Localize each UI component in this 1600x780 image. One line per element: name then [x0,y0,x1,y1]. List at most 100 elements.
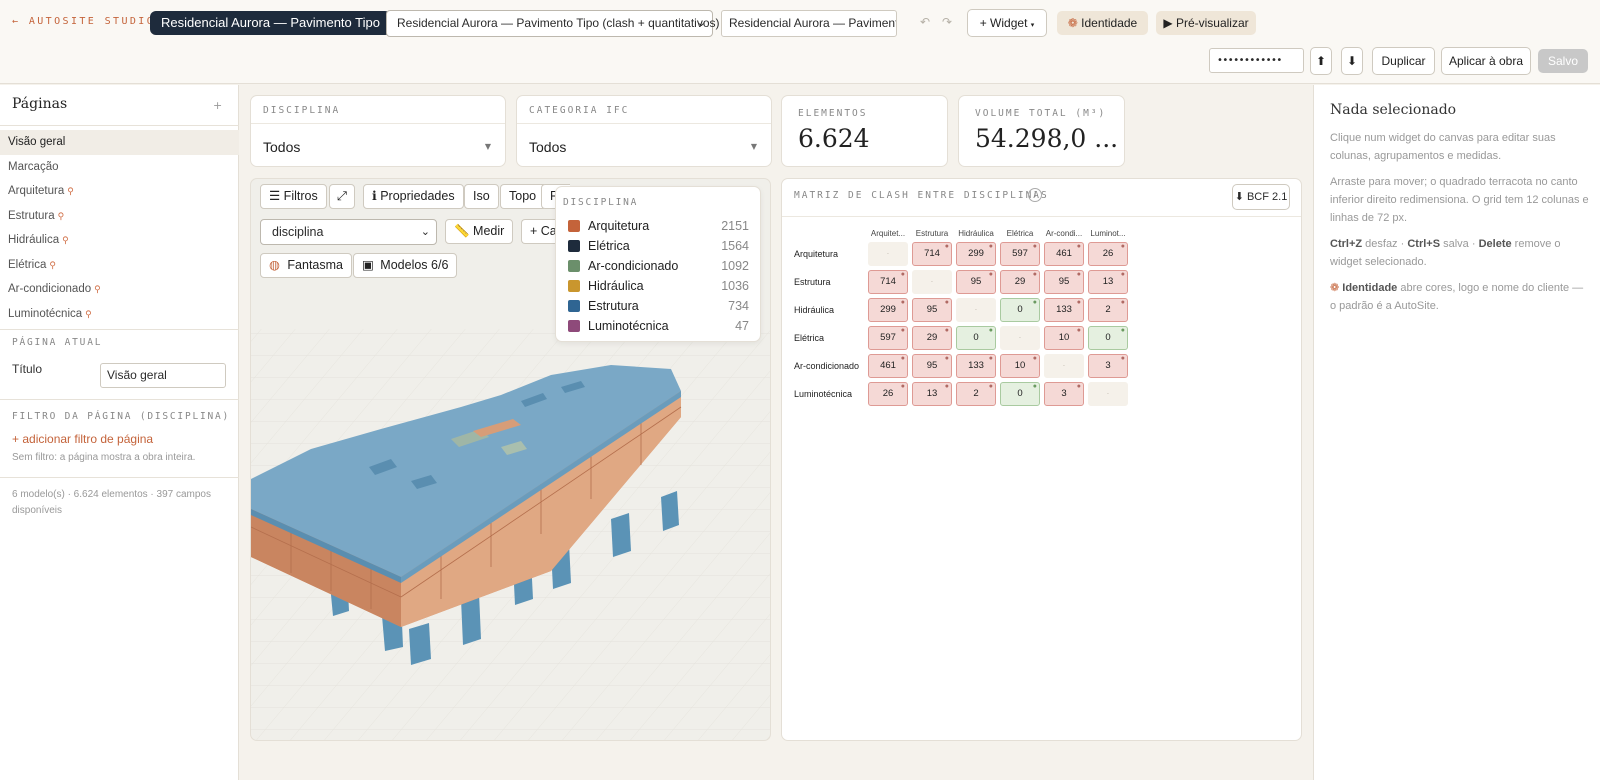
matrix-cell[interactable]: 0 ● [1088,326,1128,350]
discipline-filter[interactable]: DISCIPLINA Todos ▼ [250,95,506,167]
saved-button[interactable]: Salvo [1538,49,1588,73]
matrix-cell[interactable]: 2 ● [1088,298,1128,322]
page-item-label: Hidráulica [8,234,60,246]
page-item-label: Visão geral [8,136,66,148]
matrix-cell[interactable]: 133 ● [1044,298,1084,322]
dashboard-name-input[interactable]: Residencial Aurora — Pavimento [721,10,897,37]
page-item-label: Marcação [8,160,59,173]
corner-marker-icon: ● [1120,271,1125,278]
matrix-cell[interactable]: 95 ● [912,298,952,322]
matrix-cell[interactable]: 26 ● [1088,242,1128,266]
caret-down-icon: ▼ [484,142,491,151]
matrix-cell[interactable]: 95 ● [1044,270,1084,294]
matrix-cell[interactable]: 3 ● [1088,354,1128,378]
pages-list: Visão geral Marcação Arquitetura ⚲ Estrut… [0,130,239,326]
matrix-cell[interactable]: 29 ● [1000,270,1040,294]
legend-item[interactable]: Elétrica 1564 [568,237,749,255]
matrix-cell[interactable]: 13 ● [912,382,952,406]
elements-kpi-card[interactable]: ELEMENTOS 6.624 [781,95,948,167]
legend-item[interactable]: Arquitetura 2151 [568,217,749,235]
matrix-cell[interactable]: 133 ● [956,354,996,378]
corner-marker-icon: ● [988,271,993,278]
matrix-cell-value: 0 [1017,388,1023,399]
redo-icon[interactable]: ↷ [942,15,952,29]
expand-icon[interactable]: ⤢ [329,184,355,209]
matrix-cell[interactable]: 0 ● [1000,382,1040,406]
inspector-hint-shortcuts: Ctrl+Z desfaz · Ctrl+S salva · Delete re… [1330,235,1592,271]
matrix-cell[interactable]: 461 ● [1044,242,1084,266]
preview-button[interactable]: ▶ Pré-visualizar [1156,11,1256,35]
password-field[interactable]: •••••••••••• [1209,48,1304,73]
volume-kpi-card[interactable]: VOLUME TOTAL (M³) 54.298,0 ... [958,95,1125,167]
identity-button[interactable]: ❁ Identidade [1057,11,1148,35]
matrix-cell[interactable]: 597 ● [868,326,908,350]
page-item-luminotecnica[interactable]: Luminotécnica ⚲ [0,302,239,327]
matrix-cell[interactable]: 714 ● [868,270,908,294]
clash-matrix-widget[interactable]: MATRIZ DE CLASH ENTRE DISCIPLINAS i ⬇ BC… [781,178,1302,741]
duplicate-button[interactable]: Duplicar [1372,47,1435,75]
page-title-input[interactable]: Visão geral [100,363,226,388]
page-item-marcacao[interactable]: Marcação [0,155,239,180]
legend-item[interactable]: Ar-condicionado 1092 [568,257,749,275]
upload-icon[interactable]: ⬆ [1310,47,1332,75]
models-button[interactable]: ▣ Modelos 6/6 [353,253,458,278]
legend-item[interactable]: Luminotécnica 47 [568,317,749,335]
bcf-export-button[interactable]: ⬇ BCF 2.1 [1232,184,1290,210]
legend-name: Arquitetura [588,219,650,233]
add-page-filter-link[interactable]: + adicionar filtro de página [12,432,153,446]
matrix-cell[interactable]: 10 ● [1000,354,1040,378]
add-widget-button[interactable]: + Widget ▾ [967,9,1047,37]
color-by-select[interactable]: disciplina ⌄ [260,219,437,245]
legend-item[interactable]: Hidráulica 1036 [568,277,749,295]
measure-button[interactable]: 📏 Medir [445,219,514,244]
matrix-cell[interactable]: 29 ● [912,326,952,350]
apply-to-project-button[interactable]: Aplicar à obra [1441,47,1531,75]
page-item-ar-condicionado[interactable]: Ar-condicionado ⚲ [0,277,239,302]
matrix-cell[interactable]: 299 ● [868,298,908,322]
discipline-legend: DISCIPLINA Arquitetura 2151 Elétrica 156… [555,186,761,342]
page-item-hidraulica[interactable]: Hidráulica ⚲ [0,228,239,253]
divider [517,123,771,124]
properties-button[interactable]: ℹ Propriedades [363,184,464,209]
matrix-cell[interactable]: 597 ● [1000,242,1040,266]
matrix-cell[interactable]: 3 ● [1044,382,1084,406]
dashboard-select[interactable]: Residencial Aurora — Pavimento Tipo (cla… [386,10,720,37]
shortcut-save-text: salva · [1440,238,1479,250]
matrix-cell[interactable]: 2 ● [956,382,996,406]
download-icon[interactable]: ⬇ [1341,47,1363,75]
legend-item[interactable]: Estrutura 734 [568,297,749,315]
ghost-button[interactable]: ◍ Fantasma [260,253,352,278]
matrix-cell[interactable]: 26 ● [868,382,908,406]
title-label: Título [12,362,43,376]
back-to-studio-link[interactable]: ← AUTOSITE STUDIO [12,16,155,27]
corner-marker-icon: ● [944,299,949,306]
matrix-cell[interactable]: 95 ● [956,270,996,294]
volume-kpi-label: VOLUME TOTAL (M³) [975,108,1107,119]
top-view-button[interactable]: Topo [500,184,545,209]
matrix-cell[interactable]: 461 ● [868,354,908,378]
ghost-label: Fantasma [287,258,343,272]
matrix-cell[interactable]: 299 ● [956,242,996,266]
ifc-category-filter[interactable]: CATEGORIA IFC Todos ▼ [516,95,772,167]
matrix-cell-value: 299 [880,304,896,315]
matrix-cell[interactable]: 714 ● [912,242,952,266]
matrix-cell[interactable]: 13 ● [1088,270,1128,294]
page-item-estrutura[interactable]: Estrutura ⚲ [0,204,239,229]
corner-marker-icon: ● [1120,327,1125,334]
filters-button[interactable]: ☰ Filtros [260,184,327,209]
info-icon[interactable]: i [1028,188,1042,202]
matrix-cell[interactable]: 10 ● [1044,326,1084,350]
matrix-cell: · [1088,382,1128,406]
page-item-eletrica[interactable]: Elétrica ⚲ [0,253,239,278]
add-page-button[interactable]: + [213,99,222,112]
page-item-visao-geral[interactable]: Visão geral [0,130,239,155]
project-pill[interactable]: Residencial Aurora — Pavimento Tipo [150,11,391,35]
matrix-cell[interactable]: 95 ● [912,354,952,378]
page-item-arquitetura[interactable]: Arquitetura ⚲ [0,179,239,204]
undo-icon[interactable]: ↶ [920,15,930,29]
pin-icon: ⚲ [67,186,74,196]
matrix-cell[interactable]: 0 ● [1000,298,1040,322]
matrix-cell-value: 95 [1058,276,1070,287]
iso-view-button[interactable]: Iso [464,184,499,209]
matrix-cell[interactable]: 0 ● [956,326,996,350]
